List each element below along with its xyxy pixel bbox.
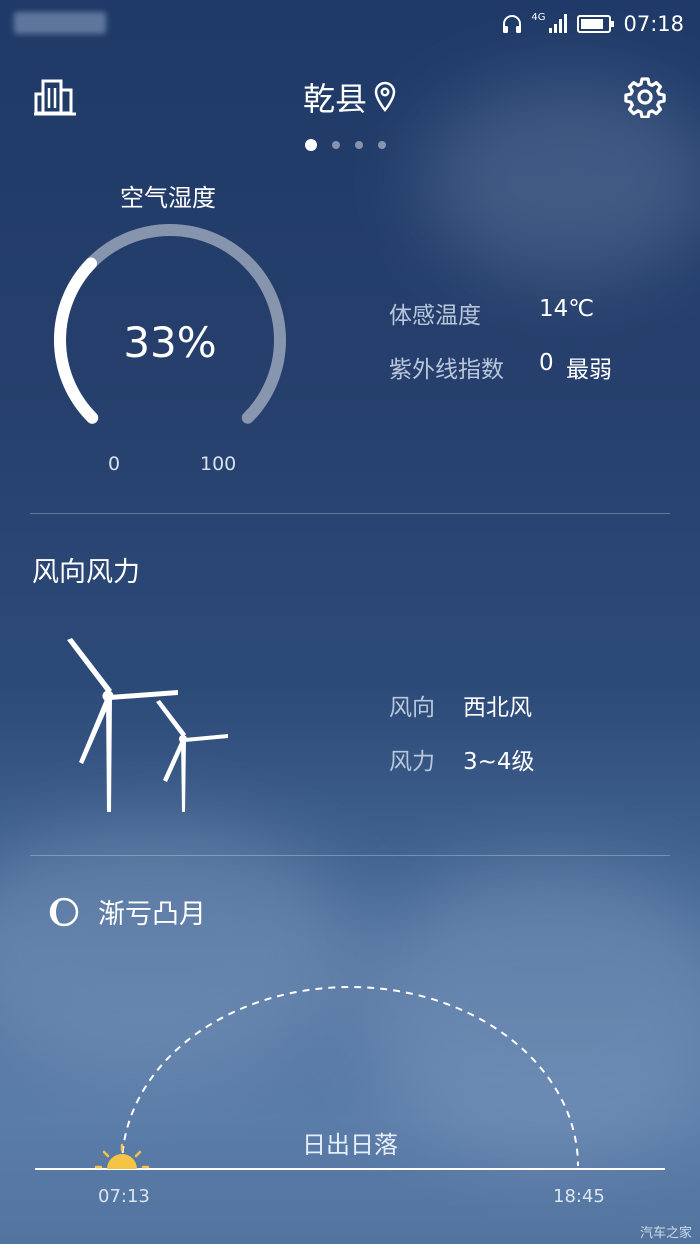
sunrise-time: 07:13 xyxy=(98,1186,150,1207)
humidity-min-label: 0 xyxy=(108,453,121,475)
humidity-value: 33% xyxy=(123,318,217,367)
city-list-icon[interactable] xyxy=(34,76,76,118)
status-bar: 4G 07:18 xyxy=(0,0,700,48)
moon-phase-label: 渐亏凸月 xyxy=(98,899,206,930)
network-type: 4G xyxy=(531,12,546,23)
sunset-time: 18:45 xyxy=(553,1186,605,1207)
city-name: 乾县 xyxy=(302,80,367,118)
headset-icon xyxy=(503,15,522,33)
status-clock: 07:18 xyxy=(623,12,684,36)
battery-icon xyxy=(577,15,615,33)
page-dot-1[interactable] xyxy=(305,139,317,151)
sunrise-sunset-title: 日出日落 xyxy=(302,1131,398,1159)
moon-phase-icon xyxy=(49,897,79,926)
sun-icon xyxy=(94,1143,150,1169)
feels-like-label: 体感温度 xyxy=(389,303,481,329)
wind-title: 风向风力 xyxy=(32,557,140,588)
uv-value: 0 xyxy=(539,350,554,376)
watermark: 汽车之家 xyxy=(639,1226,692,1241)
uv-level: 最弱 xyxy=(566,357,612,383)
wind-direction-label: 风向 xyxy=(389,695,435,721)
page-dot-2[interactable] xyxy=(332,141,340,149)
wind-turbine-icon xyxy=(67,638,228,812)
wind-force-value: 3~4级 xyxy=(463,749,535,775)
status-notification-area xyxy=(14,12,106,34)
city-title[interactable]: 乾县 xyxy=(250,74,450,120)
page-dot-3[interactable] xyxy=(355,141,363,149)
status-indicators: 4G 07:18 xyxy=(501,10,684,38)
signal-icon xyxy=(549,14,568,33)
location-pin-icon xyxy=(374,81,396,112)
wind-force-label: 风力 xyxy=(389,749,435,775)
moon-phase-row: 渐亏凸月 xyxy=(48,892,206,931)
humidity-title: 空气湿度 xyxy=(120,184,216,212)
wind-direction-value: 西北风 xyxy=(463,695,532,721)
page-indicator xyxy=(305,139,395,151)
divider-1 xyxy=(30,513,670,514)
uv-label: 紫外线指数 xyxy=(389,357,504,383)
humidity-max-label: 100 xyxy=(200,453,237,475)
feels-like-value: 14℃ xyxy=(539,296,595,322)
page-dot-4[interactable] xyxy=(378,141,386,149)
settings-gear-icon[interactable] xyxy=(624,76,666,118)
divider-2 xyxy=(30,855,670,856)
